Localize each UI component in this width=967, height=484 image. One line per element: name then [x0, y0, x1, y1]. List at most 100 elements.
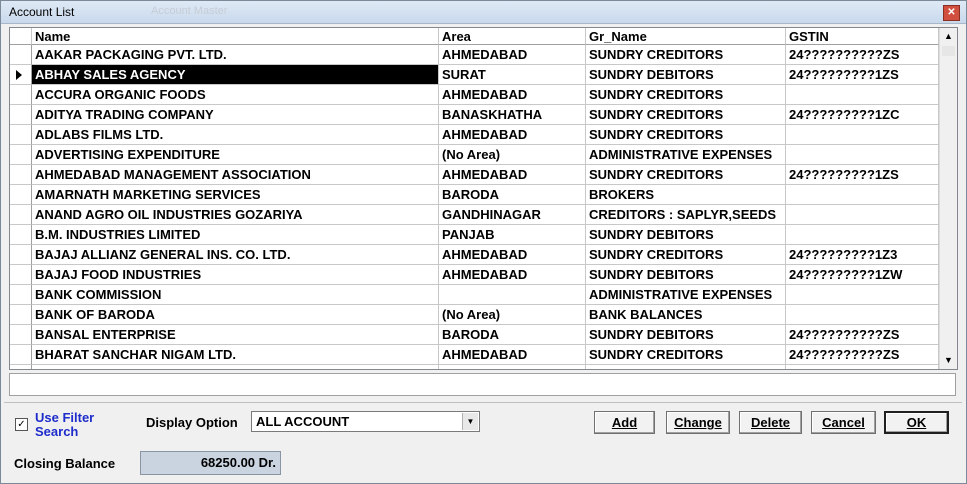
column-header-gr-name[interactable]: Gr_Name — [586, 28, 786, 45]
change-button[interactable]: Change — [666, 411, 730, 434]
cell-gr-name[interactable]: BROKERS — [586, 185, 786, 205]
cell-name[interactable]: BANSAL ENTERPRISE — [32, 325, 439, 345]
cell-gstin[interactable]: 24?????????1ZC — [786, 105, 939, 125]
table-row[interactable]: AMARNATH MARKETING SERVICES BARODA BROKERS — [10, 185, 939, 205]
cell-area[interactable]: AHMEDABAD — [439, 85, 586, 105]
row-selector[interactable] — [10, 205, 32, 225]
row-selector[interactable] — [10, 65, 32, 85]
row-selector[interactable] — [10, 325, 32, 345]
cell-gstin[interactable]: 24?????????1ZS — [786, 165, 939, 185]
table-row[interactable]: BAJAJ ALLIANZ GENERAL INS. CO. LTD. AHMED… — [10, 245, 939, 265]
row-selector[interactable] — [10, 145, 32, 165]
cell-name[interactable]: AAKAR PACKAGING PVT. LTD. — [32, 45, 439, 65]
cell-gr-name[interactable]: SUNDRY CREDITORS — [586, 125, 786, 145]
cell-area[interactable]: AHMEDABAD — [439, 45, 586, 65]
cancel-button[interactable]: Cancel — [811, 411, 876, 434]
dropdown-arrow-icon[interactable]: ▼ — [462, 413, 478, 430]
scroll-up-arrow-icon[interactable]: ▲ — [940, 28, 957, 45]
row-selector[interactable] — [10, 365, 32, 369]
add-button[interactable]: Add — [594, 411, 655, 434]
table-row[interactable]: B.M. INDUSTRIES LIMITED PANJAB SUNDRY DEBI… — [10, 225, 939, 245]
cell-gstin[interactable]: 24??????????ZS — [786, 45, 939, 65]
table-row[interactable]: ACCURA ORGANIC FOODS AHMEDABAD SUNDRY CRED… — [10, 85, 939, 105]
cell-name[interactable]: B.M. INDUSTRIES LIMITED — [32, 225, 439, 245]
cell-gstin[interactable] — [786, 365, 939, 369]
cell-area[interactable]: AHMEDABAD — [439, 265, 586, 285]
table-row[interactable]: ADVERTISING EXPENDITURE (No Area) ADMINIST… — [10, 145, 939, 165]
table-row[interactable]: BHARAT SANCHAR NIGAM LTD. AHMEDABAD SUNDRY… — [10, 345, 939, 365]
cell-gr-name[interactable]: SUNDRY CREDITORS — [586, 85, 786, 105]
cell-name[interactable]: BHAVE ELECTRICALS AHMEDABAD — [32, 365, 439, 369]
vertical-scrollbar[interactable]: ▲ ▼ — [939, 28, 957, 369]
row-selector[interactable] — [10, 165, 32, 185]
cell-area[interactable]: BARODA — [439, 325, 586, 345]
cell-gr-name[interactable]: SUNDRY CREDITORS — [586, 245, 786, 265]
cell-gstin[interactable]: 24?????????1ZS — [786, 65, 939, 85]
table-row[interactable]: ADLABS FILMS LTD. AHMEDABAD SUNDRY CREDITO… — [10, 125, 939, 145]
cell-gstin[interactable]: 24??????????ZS — [786, 345, 939, 365]
cell-area[interactable]: BARODA — [439, 185, 586, 205]
cell-gr-name[interactable]: SUNDRY CREDITORS — [586, 165, 786, 185]
cell-name[interactable]: AMARNATH MARKETING SERVICES — [32, 185, 439, 205]
cell-gstin[interactable] — [786, 125, 939, 145]
column-header-name[interactable]: Name — [32, 28, 439, 45]
cell-area[interactable]: (No Area) — [439, 145, 586, 165]
cell-gr-name[interactable]: SUNDRY DEBITORS — [586, 65, 786, 85]
use-filter-checkbox[interactable]: ✓ — [15, 418, 28, 431]
table-row[interactable]: ADITYA TRADING COMPANY BANASKHATHA SUNDRY … — [10, 105, 939, 125]
cell-gstin[interactable]: 24?????????1ZW — [786, 265, 939, 285]
row-selector[interactable] — [10, 245, 32, 265]
cell-gstin[interactable]: 24??????????ZS — [786, 325, 939, 345]
row-selector[interactable] — [10, 85, 32, 105]
cell-gstin[interactable]: 24?????????1Z3 — [786, 245, 939, 265]
cell-name[interactable]: ADITYA TRADING COMPANY — [32, 105, 439, 125]
filter-search-input[interactable] — [9, 373, 956, 396]
use-filter-label[interactable]: Use Filter Search — [35, 411, 115, 439]
account-grid[interactable]: Name Area Gr_Name GSTIN AAKAR PACKAGING … — [9, 27, 958, 370]
cell-name[interactable]: AHMEDABAD MANAGEMENT ASSOCIATION — [32, 165, 439, 185]
cell-name[interactable]: ADLABS FILMS LTD. — [32, 125, 439, 145]
title-bar[interactable]: Account List Account Master ✕ — [1, 1, 966, 24]
cell-name[interactable]: ABHAY SALES AGENCY — [32, 65, 439, 85]
row-selector[interactable] — [10, 185, 32, 205]
cell-area[interactable]: GANDHINAGAR — [439, 205, 586, 225]
table-row[interactable]: BANSAL ENTERPRISE BARODA SUNDRY DEBITORS 24… — [10, 325, 939, 345]
cell-area[interactable]: AHMEDABAD — [439, 365, 586, 369]
cell-gr-name[interactable]: SUNDRY CREDITORS — [586, 365, 786, 369]
table-row[interactable]: BANK COMMISSION ADMINISTRATIVE EXPENSES — [10, 285, 939, 305]
cell-gr-name[interactable]: SUNDRY DEBITORS — [586, 265, 786, 285]
cell-gstin[interactable] — [786, 205, 939, 225]
cell-gr-name[interactable]: CREDITORS : SAPLYR,SEEDS — [586, 205, 786, 225]
row-selector[interactable] — [10, 305, 32, 325]
cell-gstin[interactable] — [786, 185, 939, 205]
table-row[interactable]: BAJAJ FOOD INDUSTRIES AHMEDABAD SUNDRY DEB… — [10, 265, 939, 285]
table-row[interactable]: AHMEDABAD MANAGEMENT ASSOCIATION AHMEDABA… — [10, 165, 939, 185]
cell-area[interactable]: (No Area) — [439, 305, 586, 325]
cell-name[interactable]: BAJAJ FOOD INDUSTRIES — [32, 265, 439, 285]
cell-name[interactable]: BANK OF BARODA — [32, 305, 439, 325]
scroll-thumb[interactable] — [942, 46, 955, 56]
ok-button[interactable]: OK — [884, 411, 949, 434]
cell-gr-name[interactable]: ADMINISTRATIVE EXPENSES — [586, 285, 786, 305]
cell-area[interactable]: SURAT — [439, 65, 586, 85]
cell-name[interactable]: ACCURA ORGANIC FOODS — [32, 85, 439, 105]
cell-name[interactable]: BANK COMMISSION — [32, 285, 439, 305]
row-selector[interactable] — [10, 125, 32, 145]
cell-gstin[interactable] — [786, 145, 939, 165]
row-selector[interactable] — [10, 45, 32, 65]
cell-area[interactable]: AHMEDABAD — [439, 345, 586, 365]
cell-name[interactable]: ADVERTISING EXPENDITURE — [32, 145, 439, 165]
cell-area[interactable]: AHMEDABAD — [439, 165, 586, 185]
cell-gstin[interactable] — [786, 305, 939, 325]
table-row[interactable]: ANAND AGRO OIL INDUSTRIES GOZARIYA GANDHI… — [10, 205, 939, 225]
cell-gr-name[interactable]: SUNDRY DEBITORS — [586, 225, 786, 245]
table-row[interactable]: AAKAR PACKAGING PVT. LTD. AHMEDABAD SUNDRY… — [10, 45, 939, 65]
table-row[interactable]: BANK OF BARODA (No Area) BANK BALANCES — [10, 305, 939, 325]
table-row[interactable]: BHAVE ELECTRICALS AHMEDABADAHMEDABADSUND… — [10, 365, 939, 369]
cell-area[interactable] — [439, 285, 586, 305]
close-button[interactable]: ✕ — [943, 5, 960, 21]
cell-area[interactable]: AHMEDABAD — [439, 125, 586, 145]
cell-gr-name[interactable]: SUNDRY DEBITORS — [586, 325, 786, 345]
row-selector[interactable] — [10, 285, 32, 305]
cell-gstin[interactable] — [786, 285, 939, 305]
